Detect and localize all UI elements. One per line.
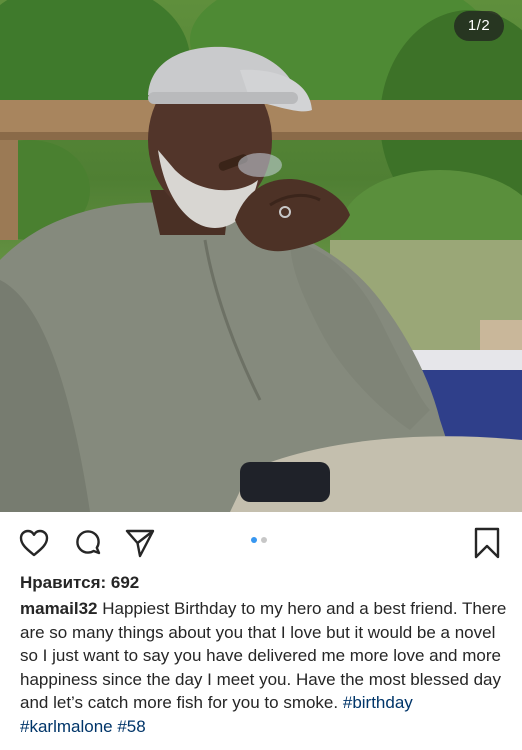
carousel-dot-1 <box>251 537 257 543</box>
hashtag-link[interactable]: #birthday <box>343 693 413 712</box>
post-photo[interactable]: 1/2 <box>0 0 522 512</box>
likes-count[interactable]: Нравится: 692 <box>20 572 139 594</box>
bookmark-icon <box>474 527 500 559</box>
comment-icon <box>76 530 101 555</box>
instagram-post: 1/2 Нравится: 692 mamail32 Happiest Birt… <box>0 0 522 750</box>
hashtag-link[interactable]: #58 <box>117 717 145 736</box>
paper-plane-icon <box>125 529 155 558</box>
save-button[interactable] <box>470 526 504 560</box>
post-caption: mamail32 Happiest Birthday to my hero an… <box>20 597 510 738</box>
like-button[interactable] <box>17 526 51 560</box>
comment-button[interactable] <box>71 526 105 560</box>
caption-username[interactable]: mamail32 <box>20 599 98 618</box>
photo-illustration <box>0 0 522 512</box>
carousel-indicator <box>251 537 267 543</box>
image-counter: 1/2 <box>454 11 504 41</box>
hashtag-link[interactable]: #karlmalone <box>20 717 113 736</box>
share-button[interactable] <box>123 526 157 560</box>
heart-icon <box>19 529 49 557</box>
carousel-dot-2 <box>261 537 267 543</box>
